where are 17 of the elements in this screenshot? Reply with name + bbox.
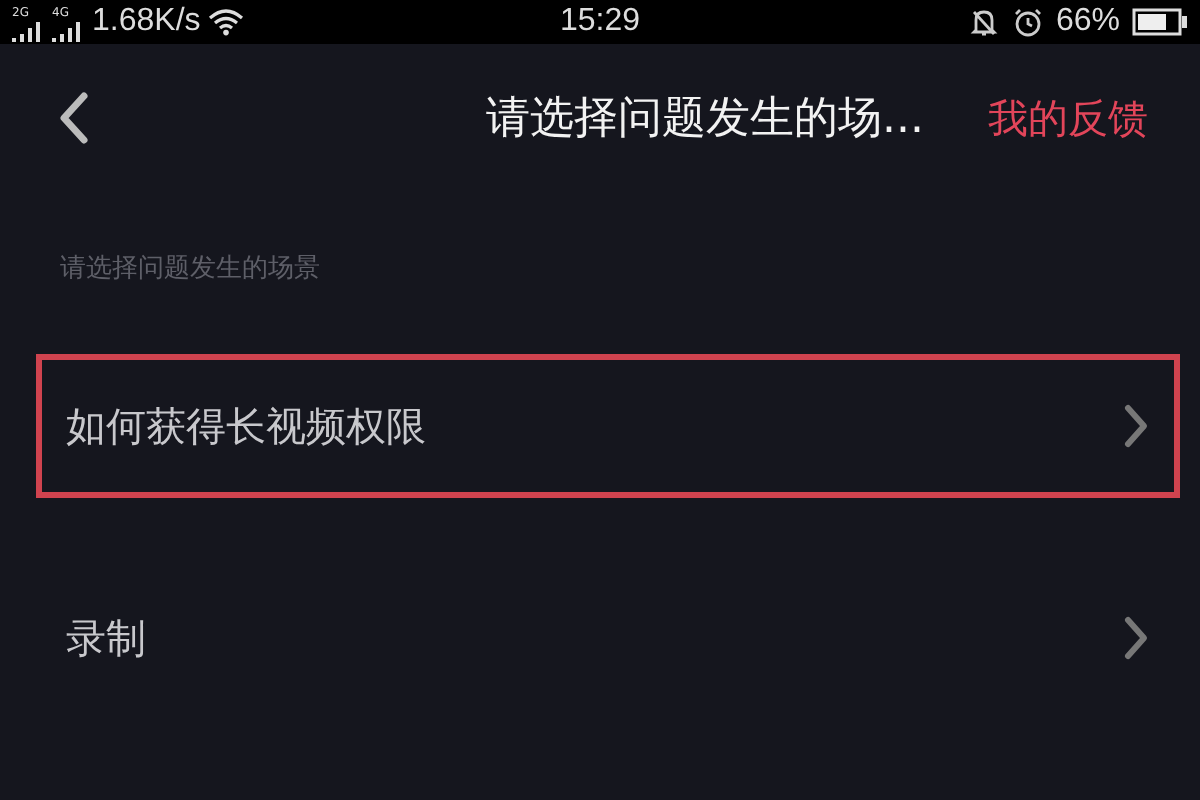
back-icon[interactable]: [56, 90, 92, 146]
signal-icon: [12, 22, 44, 42]
wifi-icon: [208, 8, 245, 36]
clock-time: 15:29: [559, 4, 641, 40]
battery-icon: [1132, 8, 1188, 36]
chevron-right-icon: [1122, 402, 1150, 450]
list-item[interactable]: 录制: [36, 566, 1180, 710]
my-feedback-link[interactable]: 我的反馈: [988, 91, 1148, 145]
network-speed: 1.68K/s: [92, 4, 201, 40]
list-item[interactable]: 如何获得长视频权限: [36, 354, 1180, 498]
bell-muted-icon: [967, 6, 1000, 38]
chevron-right-icon: [1122, 614, 1150, 662]
signal-icon: [52, 22, 84, 42]
page-title: 请选择问题发生的场...: [484, 92, 926, 148]
battery-percent: 66%: [1055, 4, 1120, 40]
alarm-icon: [1011, 6, 1044, 38]
section-header: 请选择问题发生的场景: [58, 252, 322, 288]
